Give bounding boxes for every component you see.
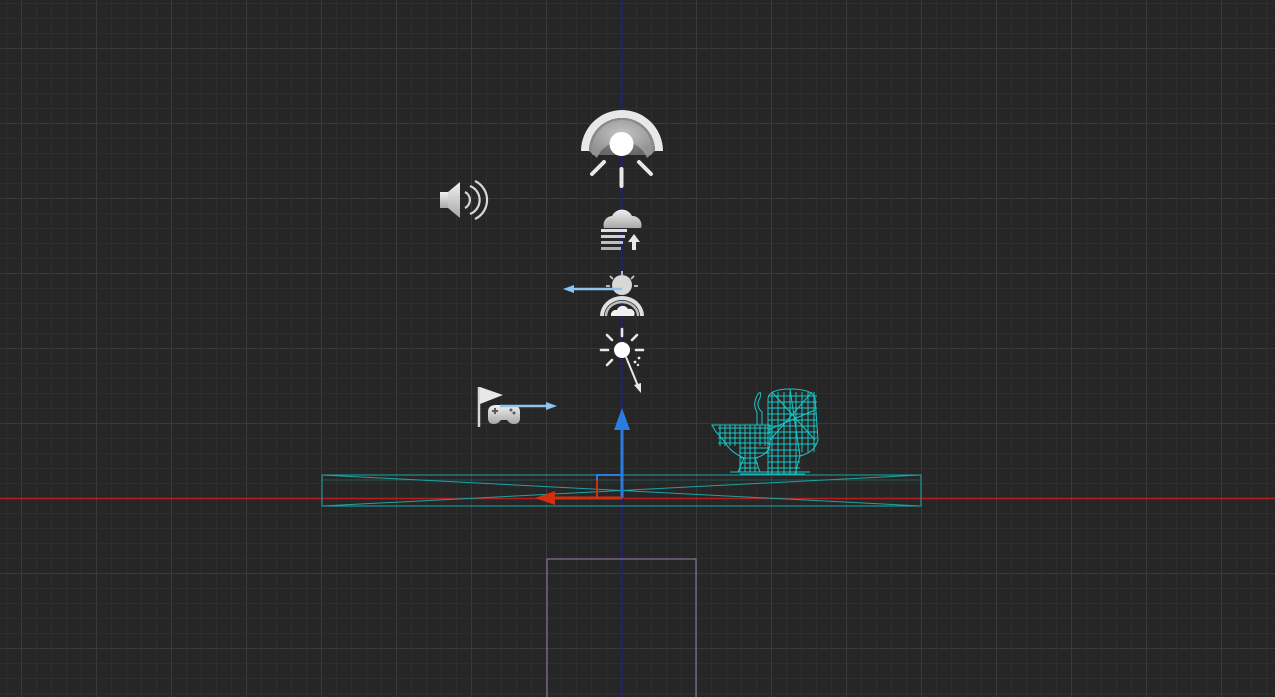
gizmo-xz-plane-handle[interactable] <box>596 474 622 498</box>
fog-icon[interactable] <box>601 209 642 250</box>
gizmo-z-arrowhead[interactable] <box>614 408 630 430</box>
sky-light-icon[interactable] <box>581 110 663 188</box>
level-viewport[interactable] <box>0 0 1275 697</box>
gizmo-x-arrowhead[interactable] <box>535 491 555 505</box>
viewport-canvas[interactable] <box>0 0 1275 697</box>
toilet-mesh[interactable] <box>711 388 819 475</box>
sky-atmosphere-icon[interactable] <box>563 271 644 317</box>
viewport-grid <box>0 0 1275 697</box>
